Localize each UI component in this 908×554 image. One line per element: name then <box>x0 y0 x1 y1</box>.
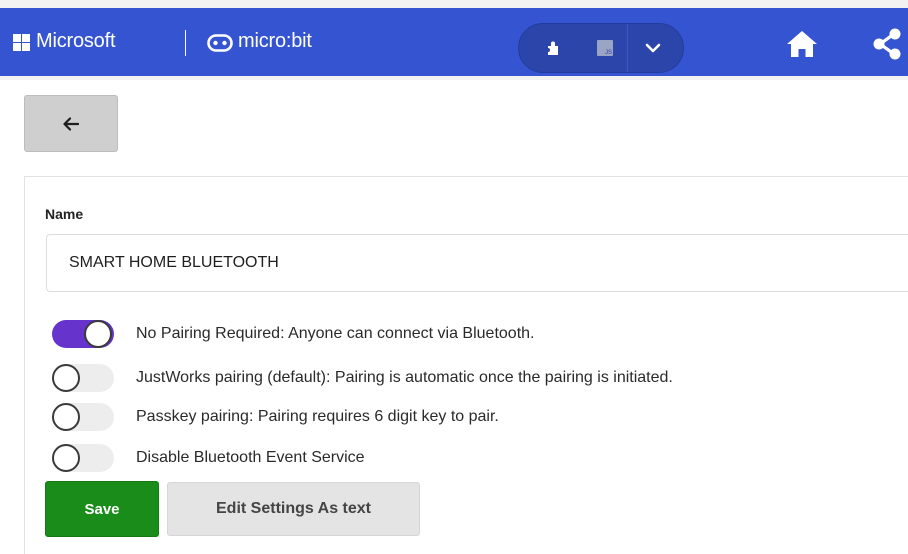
microsoft-label: Microsoft <box>36 30 116 52</box>
passkey-pairing-toggle[interactable] <box>52 403 114 431</box>
puzzle-piece-icon <box>548 41 558 55</box>
passkey-pairing-label: Passkey pairing: Pairing requires 6 digi… <box>136 408 499 425</box>
toggle-knob <box>84 320 112 348</box>
editor-toggle: JS <box>518 23 684 73</box>
microbit-label: micro:bit <box>238 30 312 52</box>
javascript-editor-button[interactable]: JS <box>585 24 625 72</box>
header: Microsoft micro:bit JS <box>0 0 908 80</box>
edit-settings-as-text-button[interactable]: Edit Settings As text <box>167 482 420 536</box>
name-input[interactable] <box>46 234 908 292</box>
brand-divider <box>185 30 186 56</box>
js-badge-text: JS <box>605 50 612 56</box>
microbit-logo-icon <box>207 34 233 52</box>
arrow-left-icon <box>63 116 79 131</box>
option-disable-event-service: Disable Bluetooth Event Service <box>52 444 902 472</box>
disable-event-service-toggle[interactable] <box>52 444 114 472</box>
justworks-pairing-toggle[interactable] <box>52 364 114 392</box>
home-icon[interactable] <box>786 30 818 58</box>
toggle-knob <box>52 364 80 392</box>
blocks-editor-button[interactable] <box>537 24 569 72</box>
toggle-knob <box>52 403 80 431</box>
option-no-pairing: No Pairing Required: Anyone can connect … <box>52 320 902 348</box>
back-button[interactable] <box>24 95 118 152</box>
project-settings-page: Microsoft micro:bit JS Name SMART HOME B… <box>0 0 908 554</box>
option-passkey-pairing: Passkey pairing: Pairing requires 6 digi… <box>52 403 902 431</box>
no-pairing-toggle[interactable] <box>52 320 114 348</box>
microsoft-logo-icon <box>13 34 30 51</box>
more-languages-button[interactable] <box>633 24 673 72</box>
top-bar: Microsoft micro:bit JS <box>0 8 908 76</box>
disable-event-service-label: Disable Bluetooth Event Service <box>136 449 365 466</box>
toggle-divider <box>627 24 628 72</box>
no-pairing-label: No Pairing Required: Anyone can connect … <box>136 325 535 342</box>
save-button[interactable]: Save <box>45 481 159 537</box>
share-icon[interactable] <box>872 28 902 60</box>
name-label: Name <box>45 206 84 222</box>
chevron-down-icon <box>645 43 661 53</box>
toggle-knob <box>52 444 80 472</box>
option-justworks-pairing: JustWorks pairing (default): Pairing is … <box>52 364 902 392</box>
justworks-pairing-label: JustWorks pairing (default): Pairing is … <box>136 369 673 386</box>
js-file-icon: JS <box>597 40 613 56</box>
